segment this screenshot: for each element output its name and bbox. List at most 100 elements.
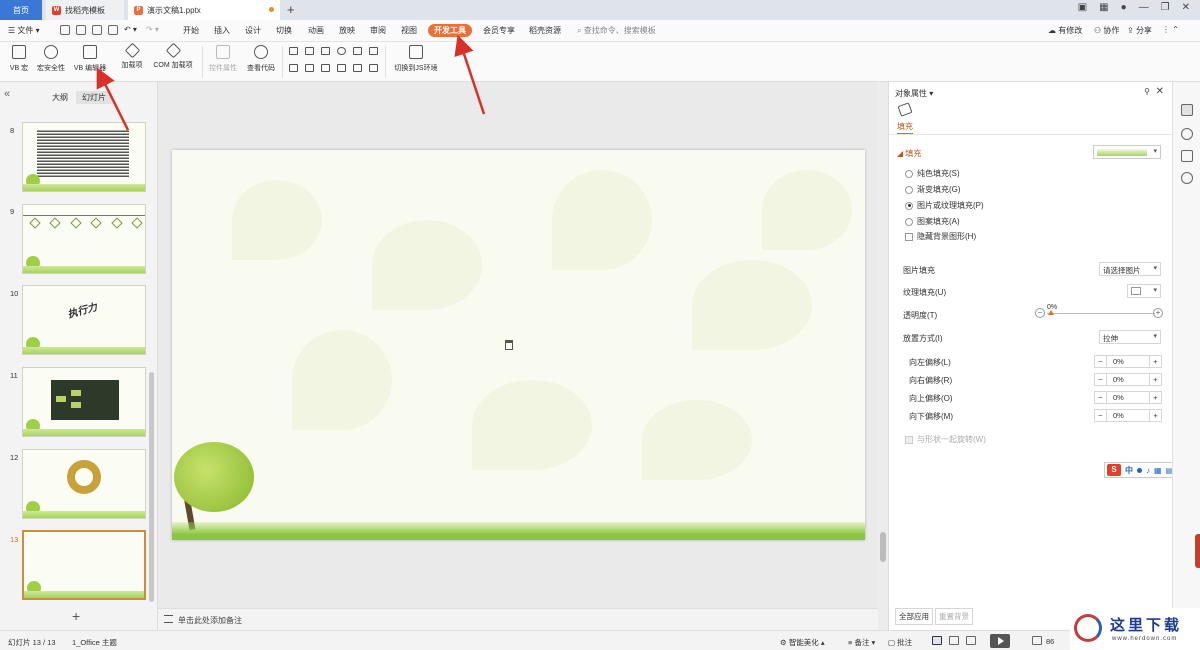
microphone-icon[interactable]: ♪ (1146, 466, 1150, 475)
theme-name[interactable]: 1_Office 主题 (72, 637, 117, 648)
sorter-view-icon[interactable] (949, 636, 959, 645)
combo-control-icon[interactable] (369, 47, 378, 55)
smart-beautify-button[interactable]: ⚙ 智能美化 ▴ (780, 637, 825, 648)
tab-home[interactable]: 首页 (0, 0, 42, 20)
tab-document[interactable]: P 演示文稿1.pptx (128, 0, 280, 20)
current-slide[interactable] (172, 150, 865, 540)
undo-icon[interactable]: ↶ ▾ (124, 25, 137, 34)
grid-icon[interactable]: ▦ (1099, 2, 1108, 13)
menu-transition[interactable]: 切换 (276, 25, 292, 36)
offset-right-stepper[interactable]: −0% + (1094, 373, 1162, 386)
keyboard-icon[interactable]: ▦ (1154, 466, 1162, 475)
menu-insert[interactable]: 插入 (214, 25, 230, 36)
com-addins-button[interactable]: COM 加载项 (150, 42, 196, 70)
macro-security-button[interactable]: 宏安全性 (34, 45, 68, 73)
tab-outline[interactable]: 大纲 (46, 91, 74, 104)
fill-bucket-icon[interactable] (897, 102, 913, 117)
offset-up-stepper[interactable]: −0% + (1094, 391, 1162, 404)
export-icon[interactable] (76, 25, 86, 35)
vb-editor-button[interactable]: VB 编辑器 (70, 45, 110, 73)
view-code-button[interactable]: 查看代码 (244, 45, 278, 73)
side-tab-icon[interactable] (1195, 534, 1200, 568)
search-command[interactable]: ⌕ 查找命令、搜索模板 (577, 25, 656, 36)
transparency-increase-button[interactable]: + (1153, 308, 1163, 318)
offset-down-stepper[interactable]: −0% + (1094, 409, 1162, 422)
scrollbar-control-icon[interactable] (321, 64, 330, 72)
play-slideshow-button[interactable] (990, 634, 1010, 648)
minus-icon[interactable]: − (1095, 392, 1107, 403)
addins-button[interactable]: 加载项 (118, 42, 146, 70)
close-icon[interactable]: ✕ (1156, 86, 1164, 97)
plus-icon[interactable]: + (1149, 374, 1161, 385)
add-slide-icon[interactable]: + (72, 608, 80, 624)
restore-icon[interactable]: ❐ (1161, 2, 1170, 13)
menu-developer-tools[interactable]: 开发工具 (428, 24, 472, 37)
menu-review[interactable]: 审阅 (370, 25, 386, 36)
fit-window-icon[interactable] (1032, 636, 1042, 645)
canvas-scrollbar[interactable] (878, 82, 888, 630)
checkbox-control-icon[interactable] (289, 47, 298, 55)
transparency-decrease-button[interactable]: − (1035, 308, 1045, 318)
fill-section-header[interactable]: ◢ 填充 (897, 148, 921, 159)
punctuation-icon[interactable] (1137, 467, 1142, 473)
apply-all-button[interactable]: 全部应用 (895, 608, 933, 625)
slide-count[interactable]: 幻灯片 13 / 13 (8, 637, 56, 648)
label-control-icon[interactable] (337, 64, 346, 72)
reset-background-button[interactable]: 重置背景 (935, 608, 973, 625)
tab-slides[interactable]: 幻灯片 (76, 91, 112, 104)
minimize-icon[interactable]: — (1139, 2, 1149, 13)
radio-solid-fill[interactable]: 纯色填充(S) (905, 168, 960, 179)
notes-area[interactable]: 单击此处添加备注 (158, 608, 878, 630)
texture-fill-select[interactable]: ▾ (1127, 284, 1161, 298)
offset-up-value[interactable]: 0% (1113, 393, 1124, 402)
print-icon[interactable] (92, 25, 102, 35)
menu-docer-resources[interactable]: 稻壳资源 (529, 25, 561, 36)
control-properties-button[interactable]: 控件属性 (206, 45, 240, 73)
reading-view-icon[interactable] (966, 636, 976, 645)
new-tab-icon[interactable]: + (287, 2, 295, 17)
vb-macro-button[interactable]: VB 宏 (6, 45, 32, 73)
share-button[interactable]: ⇪ 分享 (1127, 25, 1152, 36)
minus-icon[interactable]: − (1095, 374, 1107, 385)
offset-left-stepper[interactable]: −0% + (1094, 355, 1162, 368)
textbox-control-icon[interactable] (305, 47, 314, 55)
spin-control-icon[interactable] (305, 64, 314, 72)
pin-icon[interactable]: ⚲ (1144, 87, 1150, 96)
fill-color-picker[interactable]: ▾ (1093, 145, 1161, 159)
layout-icon[interactable]: ▣ (1078, 2, 1087, 13)
pointer-icon[interactable] (1181, 128, 1193, 140)
location-icon[interactable] (1181, 172, 1193, 184)
tab-template[interactable]: W 找稻壳模板 (46, 0, 124, 20)
checkbox-rotate-with-shape[interactable]: 与形状一起旋转(W) (905, 434, 986, 445)
copy-icon[interactable] (1181, 150, 1193, 162)
scrollbar-thumb[interactable] (880, 532, 886, 562)
collaborate-button[interactable]: ⚇ 协作 (1094, 25, 1119, 36)
slide-thumbnail-9[interactable] (22, 204, 146, 274)
slide-thumbnail-12[interactable] (22, 449, 146, 519)
zoom-level[interactable]: 86 (1046, 637, 1054, 646)
placement-select[interactable]: 拉伸 ▾ (1099, 330, 1161, 344)
has-changes-button[interactable]: ☁ 有修改 (1048, 25, 1082, 36)
plus-icon[interactable]: + (1149, 356, 1161, 367)
close-window-icon[interactable]: ✕ (1182, 2, 1190, 13)
save-icon[interactable] (60, 25, 70, 35)
redo-icon[interactable]: ↷ ▾ (146, 25, 159, 34)
preview-icon[interactable] (108, 25, 118, 35)
plus-icon[interactable]: + (1149, 410, 1161, 421)
slide-thumbnail-10[interactable]: 执行力 (22, 285, 146, 355)
more-controls-icon[interactable] (369, 64, 378, 72)
offset-left-value[interactable]: 0% (1113, 357, 1124, 366)
notes-button[interactable]: ≡ 备注 ▾ (848, 637, 875, 648)
menu-design[interactable]: 设计 (245, 25, 261, 36)
transparency-slider[interactable] (1047, 313, 1155, 314)
minus-icon[interactable]: − (1095, 410, 1107, 421)
slide-thumbnail-8[interactable] (22, 122, 146, 192)
radio-pattern-fill[interactable]: 图案填充(A) (905, 216, 960, 227)
picture-fill-select[interactable]: 请选择图片 ▾ (1099, 262, 1161, 276)
offset-right-value[interactable]: 0% (1113, 375, 1124, 384)
offset-down-value[interactable]: 0% (1113, 411, 1124, 420)
panel-title[interactable]: 对象属性 ▾ (895, 88, 933, 99)
minus-icon[interactable]: − (1095, 356, 1107, 367)
comments-button[interactable]: ▢ 批注 (888, 637, 912, 648)
menu-start[interactable]: 开始 (183, 25, 199, 36)
